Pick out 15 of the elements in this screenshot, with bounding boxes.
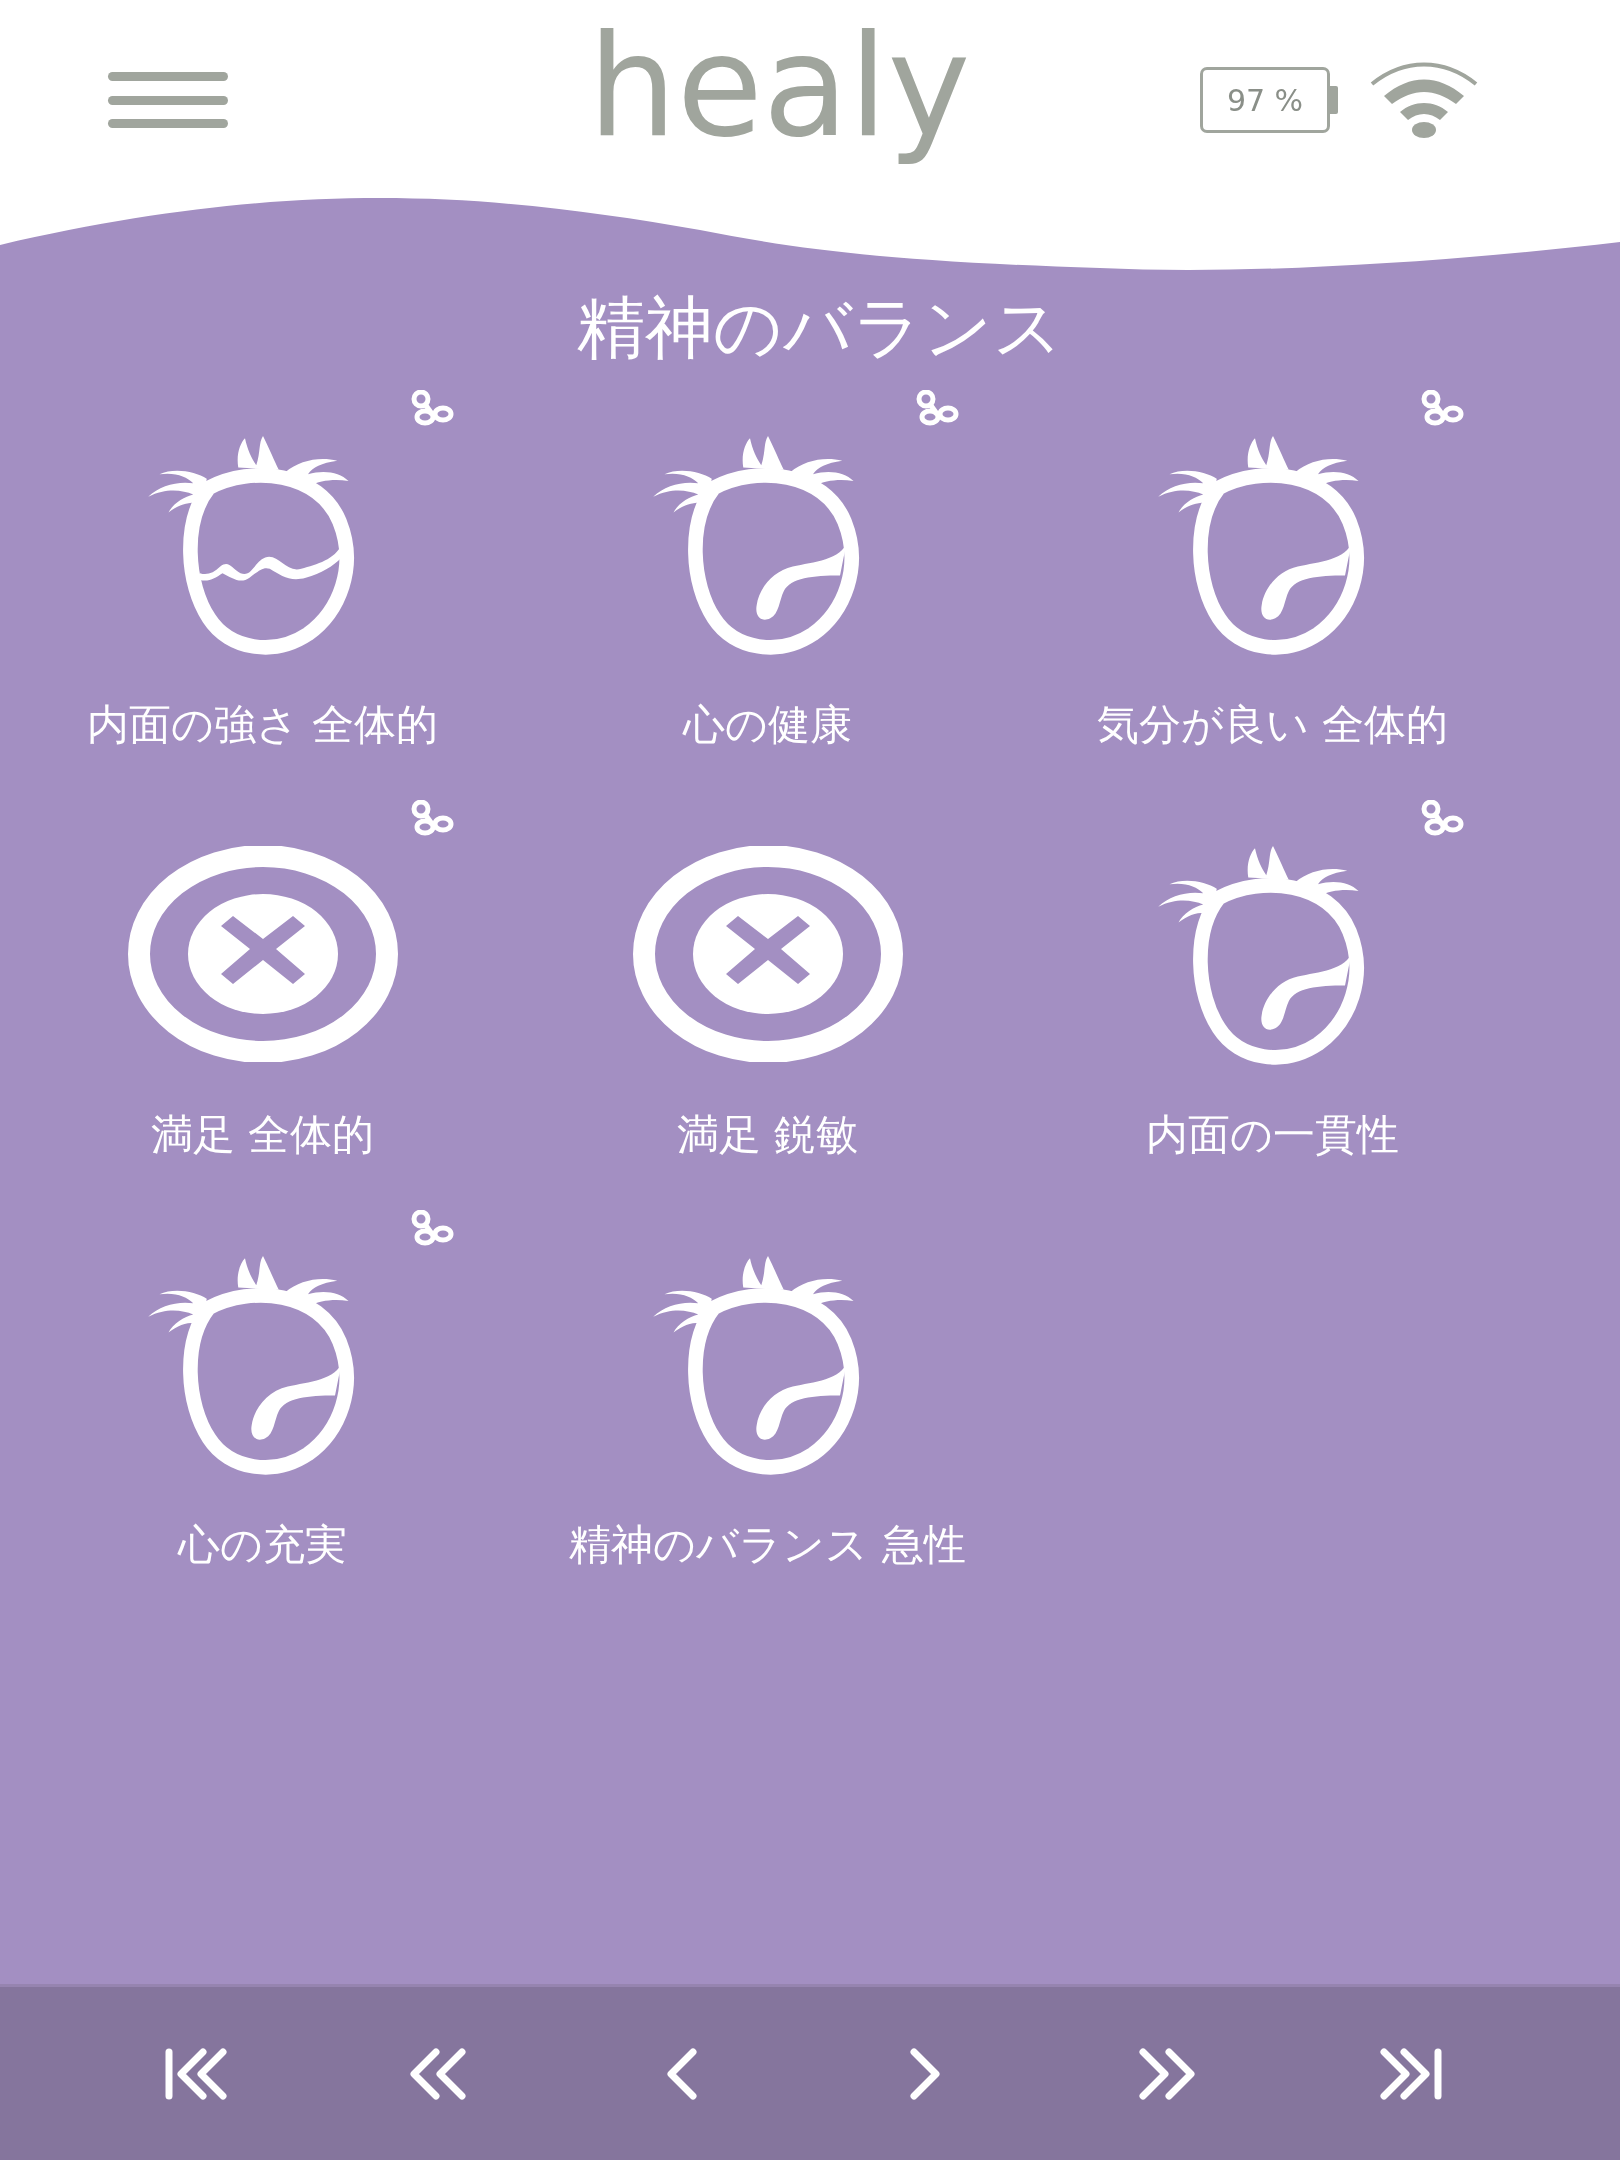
- item-label[interactable]: 満足 鋭敏: [676, 1114, 859, 1156]
- item-label[interactable]: 気分が良い 全体的: [1096, 704, 1449, 746]
- wifi-icon: [1368, 62, 1480, 138]
- item-label[interactable]: 精神のバランス 急性: [569, 1524, 966, 1566]
- item-label[interactable]: 満足 全体的: [150, 1114, 375, 1156]
- battery-level-text: 97 %: [1226, 81, 1304, 120]
- blocked-icon: [127, 846, 398, 1062]
- item-label[interactable]: 内面の強さ 全体的: [86, 704, 439, 746]
- logo: healy: [588, 5, 971, 167]
- item-label[interactable]: 心の充実: [178, 1524, 347, 1566]
- blocked-icon: [632, 846, 903, 1062]
- item-label[interactable]: 内面の一貫性: [1146, 1114, 1399, 1156]
- menu-button[interactable]: [108, 70, 228, 130]
- item-label[interactable]: 心の健康: [683, 704, 852, 746]
- page-title: 精神のバランス: [576, 294, 1064, 362]
